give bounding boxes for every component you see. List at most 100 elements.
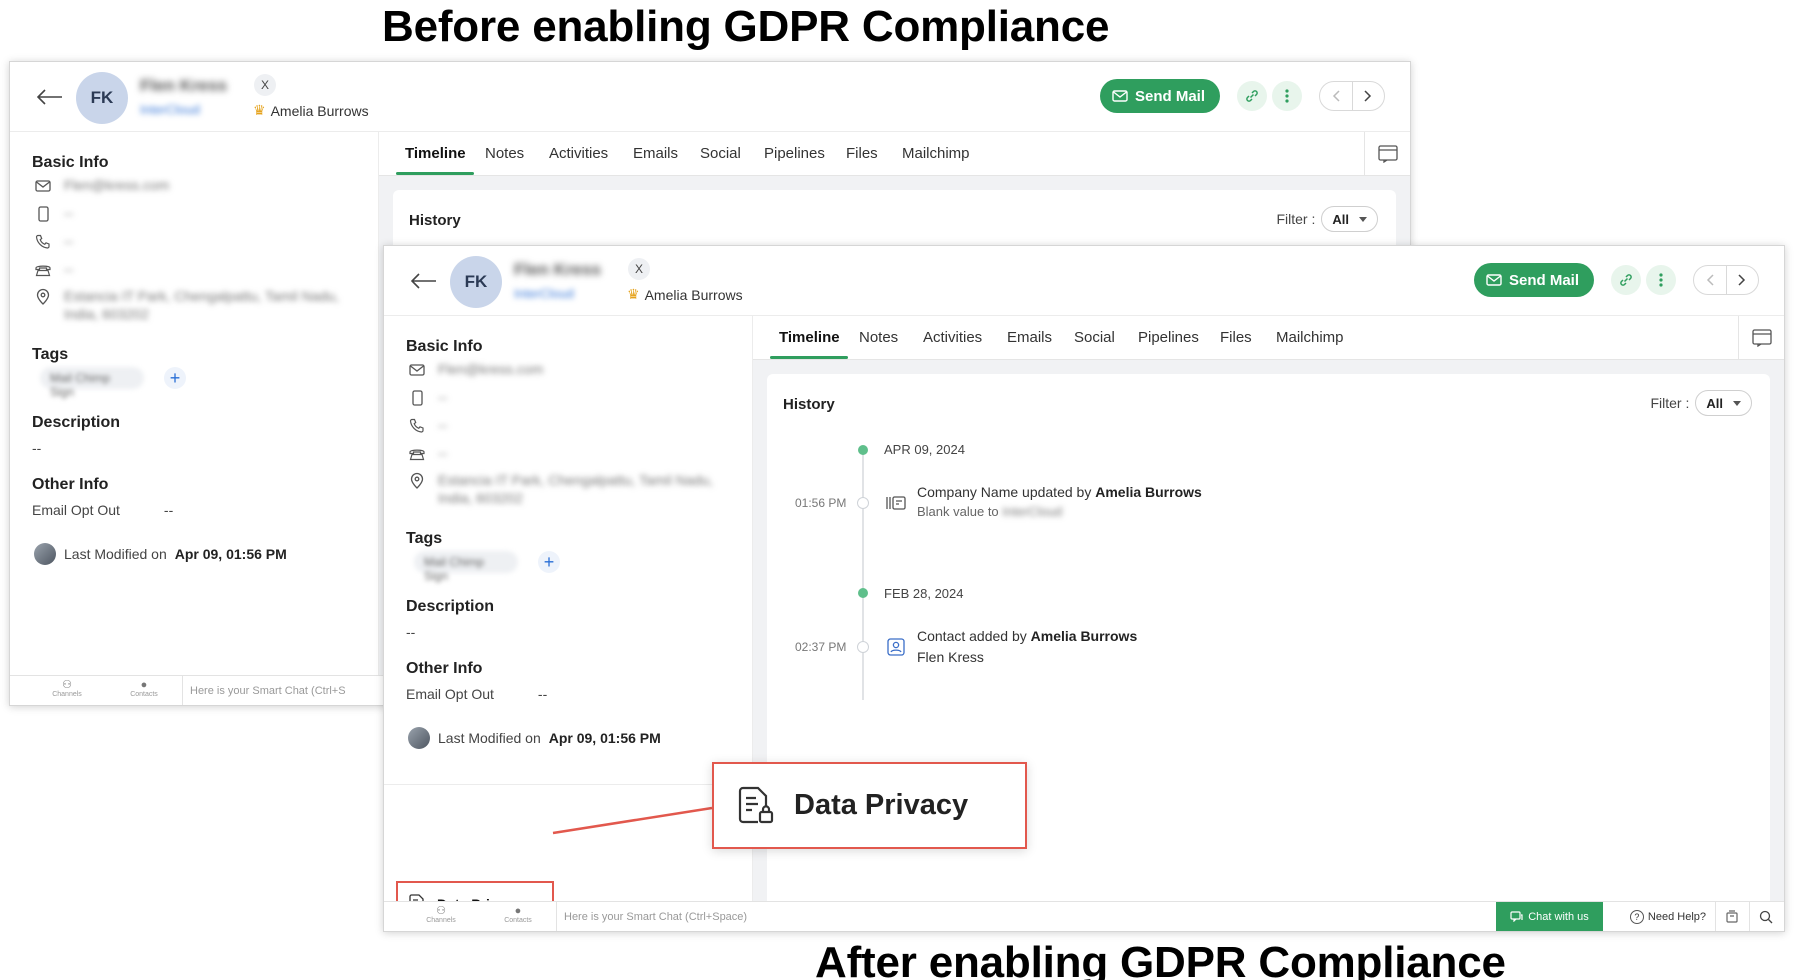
- history-title: History: [783, 396, 835, 413]
- email-opt-out-row: Email Opt Out --: [406, 686, 547, 702]
- last-modified-date: Apr 09, 01:56 PM: [548, 730, 661, 746]
- channels-button[interactable]: ⚇ Channels: [411, 905, 471, 924]
- tag-pill[interactable]: Mail Chimp Sign: [414, 551, 518, 583]
- send-mail-button[interactable]: Send Mail: [1099, 79, 1220, 113]
- tag-pill[interactable]: Mail Chimp Sign: [40, 367, 144, 399]
- mobile-icon: [408, 389, 426, 407]
- back-arrow-icon[interactable]: [32, 80, 68, 114]
- record-name: Flen Kress: [140, 76, 227, 95]
- mobile-row: --: [408, 389, 447, 407]
- tab-pipelines[interactable]: Pipelines: [764, 145, 825, 162]
- record-company[interactable]: InterCloud: [514, 286, 574, 301]
- back-arrow-icon[interactable]: [406, 264, 442, 298]
- tab-timeline[interactable]: Timeline: [779, 329, 840, 346]
- contacts-button[interactable]: ● Contacts: [488, 905, 548, 924]
- tab-files[interactable]: Files: [1220, 329, 1252, 346]
- tab-notes[interactable]: Notes: [485, 145, 524, 162]
- tab-mailchimp[interactable]: Mailchimp: [1276, 329, 1344, 346]
- filter-select[interactable]: All: [1321, 206, 1378, 232]
- notification-icon[interactable]: [1724, 909, 1740, 925]
- chevron-left-icon[interactable]: [1694, 266, 1727, 294]
- bottom-bar: ⚇ Channels ● Contacts Here is your Smart C…: [384, 901, 1784, 931]
- tab-files[interactable]: Files: [846, 145, 878, 162]
- landline-row: --: [408, 445, 447, 463]
- history-title: History: [409, 212, 461, 229]
- email-opt-out-label: Email Opt Out: [32, 502, 120, 518]
- x-social-icon[interactable]: X: [628, 258, 650, 280]
- layout-toggle-icon[interactable]: [1364, 132, 1410, 176]
- filter-select[interactable]: All: [1695, 390, 1752, 416]
- location-pin-icon: [408, 471, 426, 489]
- search-icon[interactable]: [1758, 909, 1774, 925]
- mobile-row: --: [34, 205, 73, 223]
- question-icon: ?: [1629, 910, 1644, 924]
- envelope-icon: [34, 177, 52, 195]
- contacts-button[interactable]: ● Contacts: [114, 679, 174, 698]
- timeline-date: APR 09, 2024: [884, 442, 965, 457]
- owner-name: Amelia Burrows: [644, 286, 743, 303]
- email-value[interactable]: Flen@kress.com: [64, 177, 169, 193]
- phone-row: --: [34, 233, 73, 251]
- mobile-value: --: [438, 389, 448, 405]
- tab-emails[interactable]: Emails: [633, 145, 678, 162]
- address-value: Estancia IT Park, Chengalpattu, Tamil Na…: [438, 472, 713, 506]
- chevron-right-icon[interactable]: [1727, 266, 1759, 294]
- more-options-icon[interactable]: [1272, 81, 1302, 111]
- other-info-title: Other Info: [32, 476, 109, 493]
- record-owner[interactable]: ♛ Amelia Burrows: [627, 286, 743, 303]
- divider: [556, 902, 557, 931]
- chat-with-us-label: Chat with us: [1528, 910, 1589, 923]
- record-avatar: FK: [450, 256, 502, 308]
- link-icon[interactable]: [1611, 265, 1641, 295]
- timeline-event-dot: [857, 497, 869, 509]
- more-options-icon[interactable]: [1646, 265, 1676, 295]
- record-owner[interactable]: ♛ Amelia Burrows: [253, 102, 369, 119]
- description-title: Description: [406, 598, 495, 615]
- address-row: Estancia IT Park, Chengalpattu, Tamil Na…: [408, 471, 713, 507]
- tab-social[interactable]: Social: [700, 145, 741, 162]
- filter-value: All: [1332, 211, 1349, 227]
- smart-chat-input[interactable]: Here is your Smart Chat (Ctrl+S: [190, 685, 346, 697]
- data-privacy-callout-label: Data Privacy: [794, 789, 969, 821]
- channels-button[interactable]: ⚇ Channels: [37, 679, 97, 698]
- tab-pipelines[interactable]: Pipelines: [1138, 329, 1199, 346]
- need-help-button[interactable]: ? Need Help?: [1629, 910, 1706, 924]
- tab-notes[interactable]: Notes: [859, 329, 898, 346]
- last-modified-label: Last Modified on: [438, 730, 541, 746]
- link-icon[interactable]: [1237, 81, 1267, 111]
- add-tag-button[interactable]: +: [538, 551, 560, 573]
- chat-with-us-button[interactable]: Chat with us: [1496, 902, 1603, 931]
- timeline-line: [862, 450, 864, 700]
- layout-toggle-icon[interactable]: [1738, 316, 1784, 360]
- chevron-right-icon[interactable]: [1353, 82, 1385, 110]
- crown-icon: ♛: [627, 286, 640, 302]
- timeline-actor[interactable]: Amelia Burrows: [1095, 484, 1202, 500]
- caption-before: Before enabling GDPR Compliance: [382, 2, 1110, 51]
- tab-social[interactable]: Social: [1074, 329, 1115, 346]
- tab-activities[interactable]: Activities: [923, 329, 982, 346]
- smart-chat-input[interactable]: Here is your Smart Chat (Ctrl+Space): [564, 911, 747, 923]
- location-pin-icon: [34, 287, 52, 305]
- envelope-icon: [1112, 90, 1128, 102]
- email-row: Flen@kress.com: [408, 361, 543, 379]
- timeline-event-text: Contact added by Amelia Burrows: [917, 628, 1138, 644]
- filter-label: Filter :: [1276, 211, 1316, 227]
- basic-info-title: Basic Info: [32, 154, 109, 171]
- divider: [182, 676, 183, 705]
- tab-timeline[interactable]: Timeline: [405, 145, 466, 162]
- x-social-icon[interactable]: X: [254, 74, 276, 96]
- tab-emails[interactable]: Emails: [1007, 329, 1052, 346]
- record-company[interactable]: InterCloud: [140, 102, 200, 117]
- chevron-left-icon[interactable]: [1320, 82, 1353, 110]
- send-mail-button[interactable]: Send Mail: [1473, 263, 1594, 297]
- record-avatar: FK: [76, 72, 128, 124]
- phone-row: --: [408, 417, 447, 435]
- add-tag-button[interactable]: +: [164, 367, 186, 389]
- timeline-actor[interactable]: Amelia Burrows: [1031, 628, 1138, 644]
- email-value[interactable]: Flen@kress.com: [438, 361, 543, 377]
- tab-activities[interactable]: Activities: [549, 145, 608, 162]
- tab-mailchimp[interactable]: Mailchimp: [902, 145, 970, 162]
- envelope-icon: [408, 361, 426, 379]
- caption-after: After enabling GDPR Compliance: [815, 938, 1506, 980]
- record-nav: [1319, 81, 1385, 111]
